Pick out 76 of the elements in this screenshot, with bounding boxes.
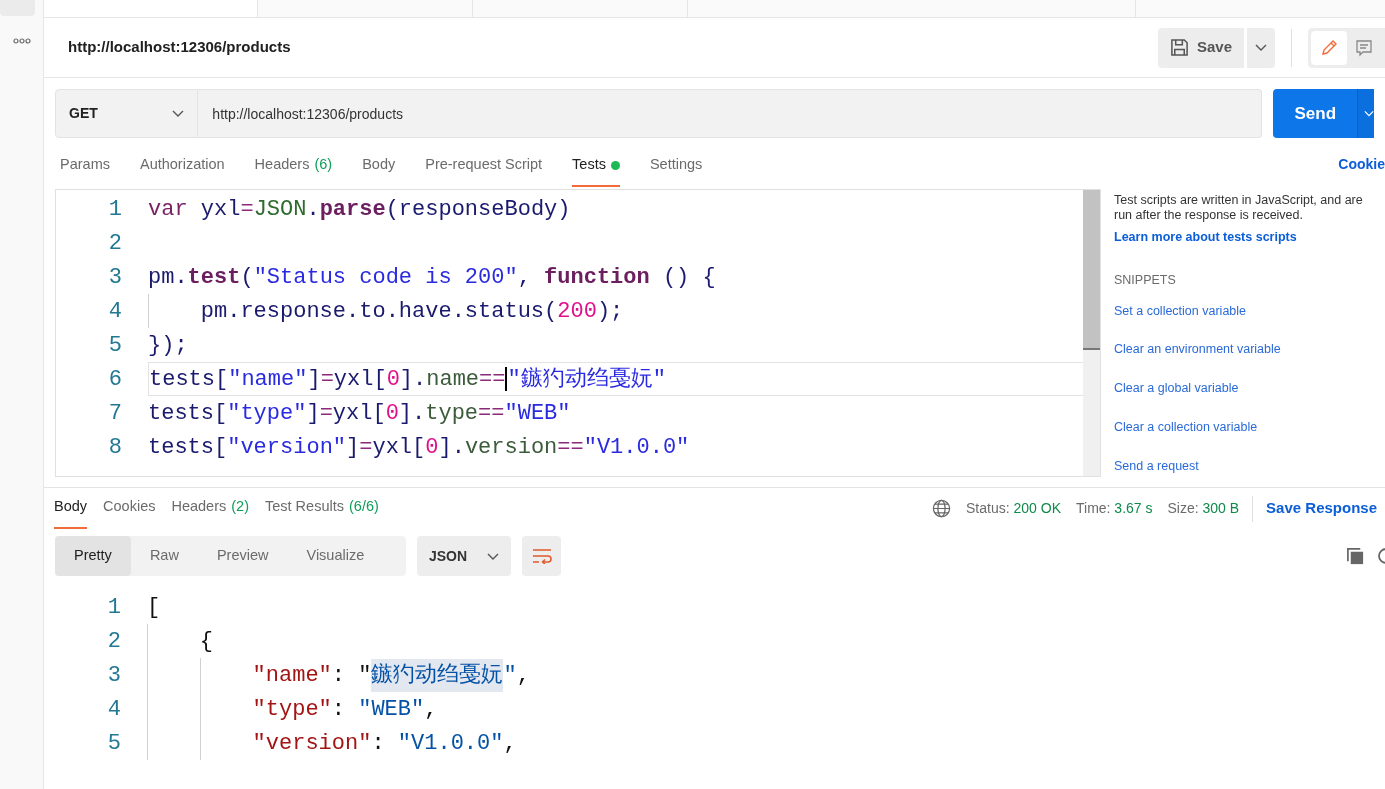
line-number: 1	[107, 195, 122, 224]
line-number: 1	[106, 593, 121, 622]
cookies-link[interactable]: Cookie	[1338, 154, 1385, 175]
line-number: 4	[107, 297, 122, 326]
line-number: 8	[107, 433, 122, 462]
tab[interactable]: Params	[60, 154, 110, 187]
edit-mode-button[interactable]	[1311, 30, 1347, 65]
line-number: 5	[107, 331, 122, 360]
line-number: 3	[107, 263, 122, 292]
code-line: });	[148, 331, 188, 360]
caret-icon	[1255, 44, 1267, 51]
wrap-lines-button[interactable]	[522, 536, 561, 576]
tab[interactable]: Headers (6)	[254, 154, 333, 187]
response-stat: Status: 200 OK	[966, 499, 1061, 518]
snippet-link[interactable]: Clear a collection variable	[1114, 417, 1374, 437]
caret-icon	[1364, 110, 1374, 117]
save-response-link[interactable]: Save Response	[1266, 497, 1377, 520]
caret-icon	[487, 552, 499, 560]
line-number: 2	[106, 627, 121, 656]
more-icon[interactable]	[12, 38, 31, 44]
view-tab[interactable]: Visualize	[287, 536, 384, 576]
scrollbar-thumb[interactable]	[1083, 190, 1100, 350]
globe-icon	[932, 499, 952, 518]
pencil-icon	[1319, 38, 1338, 57]
response-stat: Size: 300 B	[1167, 499, 1240, 518]
line-number: 3	[106, 661, 121, 690]
snippets-heading: SNIPPETS	[1114, 271, 1177, 289]
code-line: tests["version"]=yxl[0].version=="V1.0.0"	[148, 433, 690, 462]
code-line: pm.test("Status code is 200", function () {	[148, 263, 716, 292]
line-number: 5	[106, 729, 121, 758]
code-line: var yxl=JSON.parse(responseBody)	[148, 195, 571, 224]
code-line: "name": "鏃犳动绉戞妧",	[252, 658, 530, 692]
tab[interactable]: Body	[54, 496, 88, 529]
tab[interactable]: Test Results (6/6)	[265, 496, 379, 529]
caret-icon	[172, 110, 185, 117]
url-field[interactable]: http://localhost:12306/products	[198, 89, 1263, 138]
tab[interactable]: Cookies	[103, 496, 156, 529]
copy-icon[interactable]	[1346, 546, 1365, 566]
response-stat: Time: 3.67 s	[1076, 499, 1153, 518]
code-line: "type": "WEB",	[252, 695, 438, 724]
learn-more-link[interactable]: Learn more about tests scripts	[1114, 228, 1374, 247]
code-line: tests["type"]=yxl[0].type=="WEB"	[148, 399, 571, 428]
tab[interactable]: Headers (2)	[171, 496, 249, 529]
request-title: http://localhost:12306/products	[68, 37, 292, 58]
help-text: Test scripts are written in JavaScript, and are run after the response is received.	[1114, 193, 1364, 223]
comment-icon	[1355, 38, 1374, 57]
save-options-button[interactable]	[1247, 27, 1275, 68]
tab[interactable]: Body	[362, 154, 396, 187]
snippet-link[interactable]: Set a collection variable	[1114, 301, 1374, 321]
line-number: 7	[107, 399, 122, 428]
tab[interactable]: Tests	[572, 154, 620, 187]
code-line: pm.response.to.have.status(200);	[200, 297, 624, 326]
send-options-button[interactable]	[1357, 89, 1374, 138]
text-cursor	[505, 367, 508, 391]
tab[interactable]: Pre-request Script	[425, 154, 543, 187]
send-button[interactable]: Send	[1273, 89, 1357, 138]
wrap-lines-icon	[530, 548, 553, 564]
view-tab[interactable]: Pretty	[55, 536, 131, 576]
scrollbar[interactable]	[1083, 190, 1100, 476]
save-button[interactable]: Save	[1157, 27, 1244, 68]
snippet-link[interactable]: Send a request	[1114, 456, 1374, 476]
code-line: {	[199, 627, 213, 656]
code-line: "version": "V1.0.0",	[252, 729, 517, 758]
line-number: 6	[107, 365, 122, 394]
view-tab[interactable]: Preview	[197, 536, 288, 576]
snippet-link[interactable]: Clear a global variable	[1114, 379, 1374, 398]
line-number: 2	[107, 229, 122, 258]
snippet-link[interactable]: Clear an environment variable	[1114, 340, 1374, 359]
format-select[interactable]: JSON	[417, 536, 511, 576]
tab[interactable]: Authorization	[139, 154, 225, 187]
method-select[interactable]: GET	[55, 89, 199, 138]
view-tab[interactable]: Raw	[130, 536, 198, 576]
tab[interactable]: Settings	[649, 154, 703, 187]
code-line: [	[147, 593, 161, 622]
line-number: 4	[106, 695, 121, 724]
code-editor[interactable]	[55, 189, 1101, 477]
